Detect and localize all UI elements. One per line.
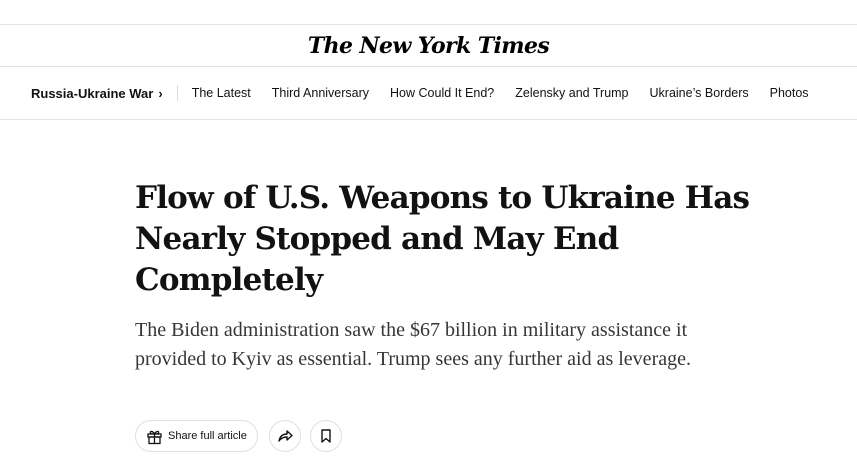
share-arrow-icon bbox=[276, 427, 294, 445]
section-nav: Russia-Ukraine War › The Latest Third An… bbox=[0, 67, 857, 119]
nyt-logo[interactable]: The New York Times bbox=[308, 33, 550, 59]
masthead: The New York Times bbox=[0, 28, 857, 64]
gift-icon bbox=[146, 428, 163, 445]
nav-section-russia-ukraine-war[interactable]: Russia-Ukraine War › bbox=[31, 86, 163, 101]
nav-item-photos[interactable]: Photos bbox=[770, 86, 809, 100]
chevron-right-icon: › bbox=[158, 85, 163, 101]
save-button[interactable] bbox=[309, 420, 342, 452]
nav-item-the-latest[interactable]: The Latest bbox=[192, 86, 251, 100]
share-full-article-label: Share full article bbox=[168, 430, 247, 442]
nav-bottom-divider bbox=[0, 119, 857, 120]
nav-vertical-divider bbox=[176, 85, 178, 101]
nav-section-label: Russia-Ukraine War bbox=[31, 85, 154, 101]
article-summary: The Biden administration saw the $67 bil… bbox=[135, 319, 691, 370]
article-headline: Flow of U.S. Weapons to Ukraine Has Near… bbox=[135, 180, 750, 298]
nav-item-zelensky-and-trump[interactable]: Zelensky and Trump bbox=[515, 86, 628, 100]
nav-item-ukraines-borders[interactable]: Ukraine’s Borders bbox=[650, 86, 749, 100]
top-divider bbox=[0, 24, 857, 25]
bookmark-icon bbox=[319, 428, 333, 444]
share-full-article-button[interactable]: Share full article bbox=[135, 420, 258, 452]
article-actions: Share full article bbox=[135, 419, 342, 453]
share-button[interactable] bbox=[268, 420, 301, 452]
nav-item-how-could-it-end[interactable]: How Could It End? bbox=[390, 86, 494, 100]
nav-item-third-anniversary[interactable]: Third Anniversary bbox=[272, 86, 369, 100]
